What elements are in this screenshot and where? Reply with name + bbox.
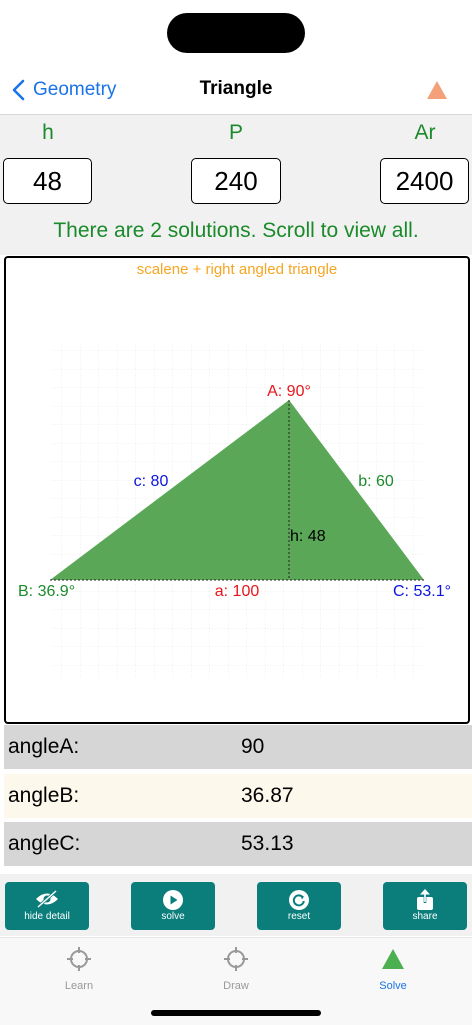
h-input[interactable]: 48 (3, 158, 92, 204)
tab-solve-label: Solve (379, 980, 407, 992)
crosshair-icon (67, 947, 91, 971)
hide-detail-button[interactable]: hide detail (5, 882, 89, 930)
result-row-angle-a: angleA: 90 (4, 725, 472, 769)
angle-b-label: B: 36.9° (18, 583, 75, 600)
hide-detail-label: hide detail (24, 911, 70, 922)
action-bar: hide detail solve reset share (0, 874, 472, 936)
share-icon (417, 889, 433, 910)
reset-button[interactable]: reset (257, 882, 341, 930)
side-a-label: a: 100 (215, 583, 260, 600)
share-label: share (412, 911, 438, 922)
solutions-message: There are 2 solutions. Scroll to view al… (53, 219, 419, 242)
result-key: angleB: (8, 784, 80, 807)
ar-input[interactable]: 2400 (380, 158, 469, 204)
angle-c-label: C: 53.1° (393, 583, 451, 600)
crosshair-icon (224, 947, 248, 971)
result-row-angle-b: angleB: 36.87 (4, 774, 472, 818)
triangle-canvas: scalene + right angled triangle A: 90° B… (18, 261, 451, 678)
triangle-icon (382, 949, 404, 969)
h-label: h (42, 121, 54, 144)
result-value: 36.87 (241, 784, 294, 807)
eye-slash-icon (36, 889, 58, 909)
result-row-angle-c: angleC: 53.13 (4, 822, 472, 866)
result-key: angleA: (8, 735, 80, 758)
reset-label: reset (287, 911, 311, 922)
tab-draw-label: Draw (223, 980, 249, 992)
height-label: h: 48 (290, 528, 326, 545)
home-indicator (151, 1010, 321, 1016)
triangle-diagram: scalene + right angled triangle A: 90° B… (4, 256, 470, 724)
play-circle-icon (163, 890, 183, 910)
tab-learn-label: Learn (64, 980, 94, 992)
input-panel: h P Ar 48 240 2400 There are 2 solutions… (0, 115, 472, 255)
triangle-icon[interactable] (426, 80, 448, 100)
solve-button[interactable]: solve (131, 882, 215, 930)
result-value: 53.13 (241, 832, 294, 855)
ar-label: Ar (414, 121, 436, 144)
reset-circle-icon (289, 890, 309, 910)
tab-draw[interactable]: Draw (176, 944, 296, 992)
triangle-type-label: scalene + right angled triangle (137, 261, 338, 278)
navigation-bar: Geometry Triangle (0, 66, 472, 115)
p-label: P (228, 121, 243, 144)
side-c-label: c: 80 (134, 473, 169, 490)
share-button[interactable]: share (383, 882, 467, 930)
result-key: angleC: (8, 832, 81, 855)
result-value: 90 (241, 735, 265, 758)
p-input[interactable]: 240 (191, 158, 281, 204)
dynamic-island (167, 13, 305, 53)
solve-label: solve (161, 911, 185, 922)
tab-learn[interactable]: Learn (19, 944, 139, 992)
page-title: Triangle (199, 78, 273, 99)
angle-a-label: A: 90° (267, 383, 311, 400)
side-b-label: b: 60 (358, 473, 394, 490)
tab-solve[interactable]: Solve (333, 944, 453, 992)
